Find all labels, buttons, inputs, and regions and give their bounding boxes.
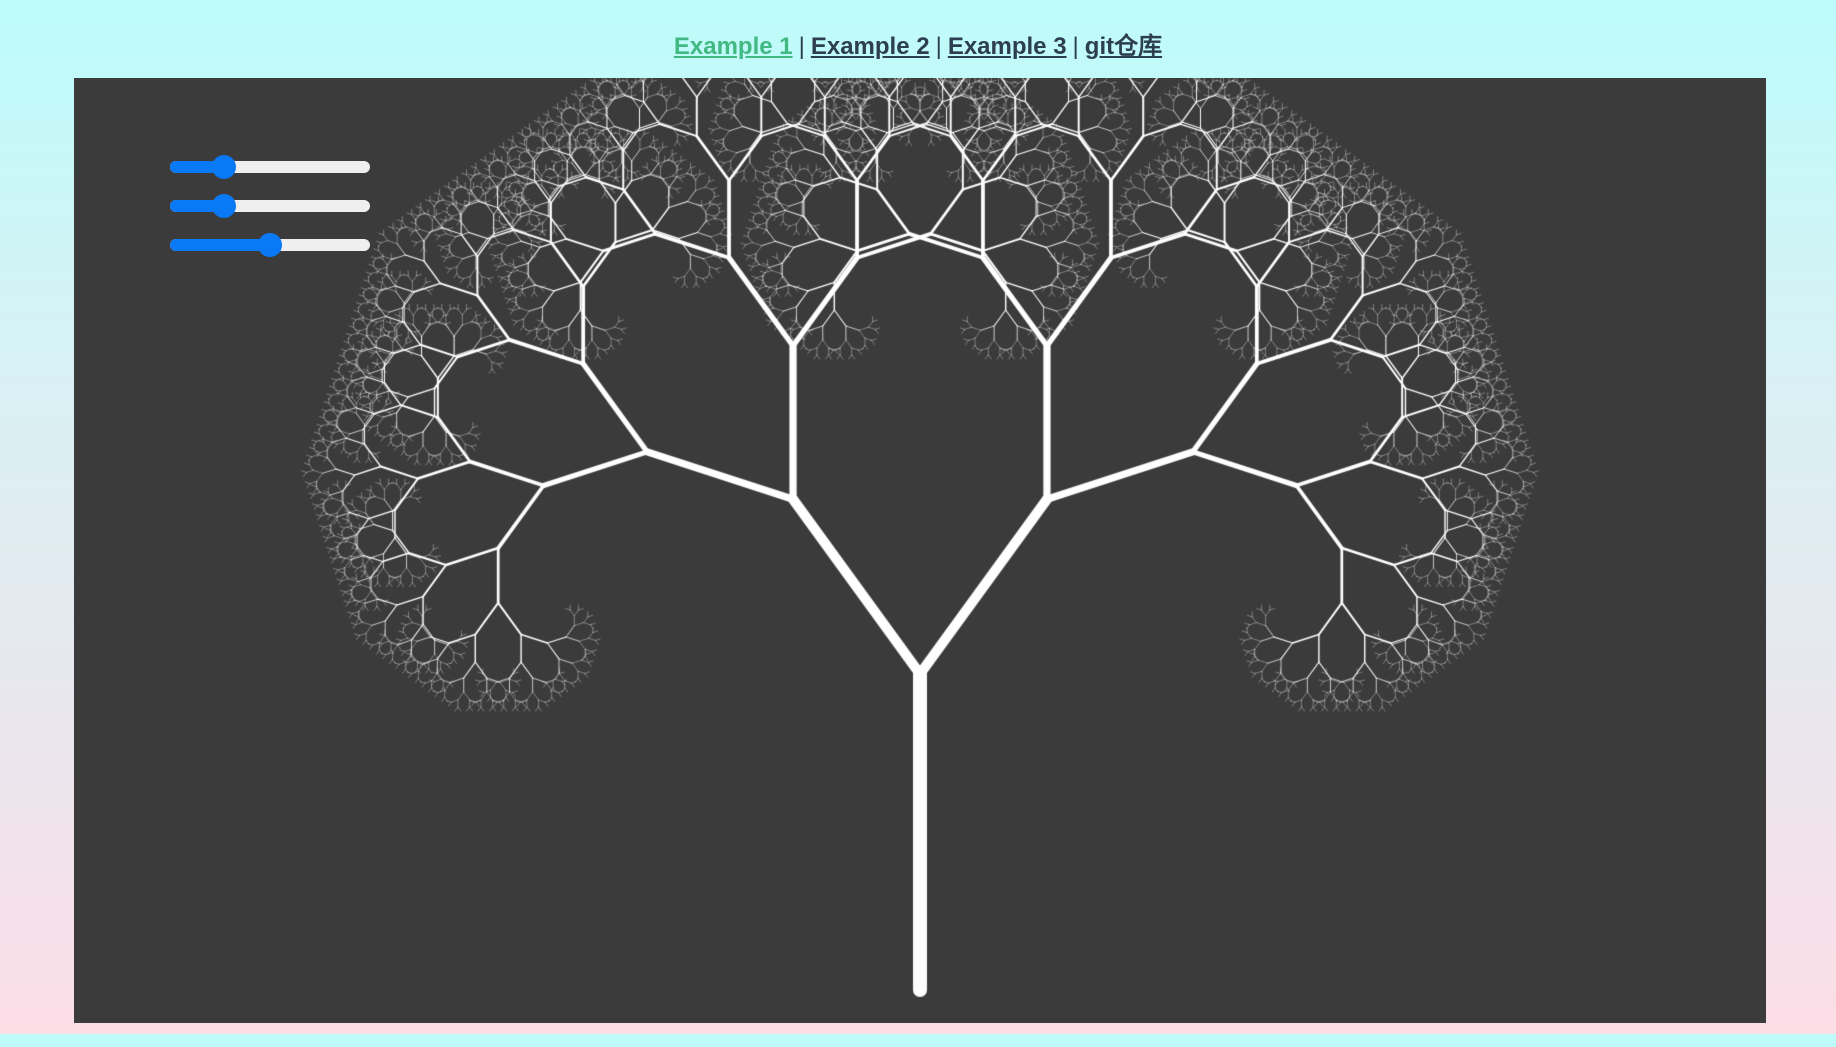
slider-thumb[interactable]: [212, 194, 237, 218]
slider-thumb[interactable]: [212, 155, 237, 179]
nav-link-example-3[interactable]: Example 3: [948, 33, 1067, 60]
slider-2[interactable]: [170, 194, 370, 218]
nav-separator: |: [798, 33, 805, 60]
nav-link-git-repo[interactable]: git仓库: [1085, 33, 1162, 60]
nav-link-example-1[interactable]: Example 1: [674, 33, 793, 60]
page-bottom-strip: [0, 1034, 1836, 1047]
fractal-tree-stage: [74, 78, 1766, 1023]
nav-separator: |: [935, 33, 942, 60]
slider-3[interactable]: [170, 233, 370, 257]
top-nav: Example 1 | Example 2 | Example 3 | git仓库: [0, 30, 1836, 64]
slider-panel: [170, 155, 370, 272]
nav-separator: |: [1072, 33, 1079, 60]
nav-link-example-2[interactable]: Example 2: [811, 33, 930, 60]
slider-thumb[interactable]: [258, 233, 282, 257]
slider-1[interactable]: [170, 155, 370, 179]
